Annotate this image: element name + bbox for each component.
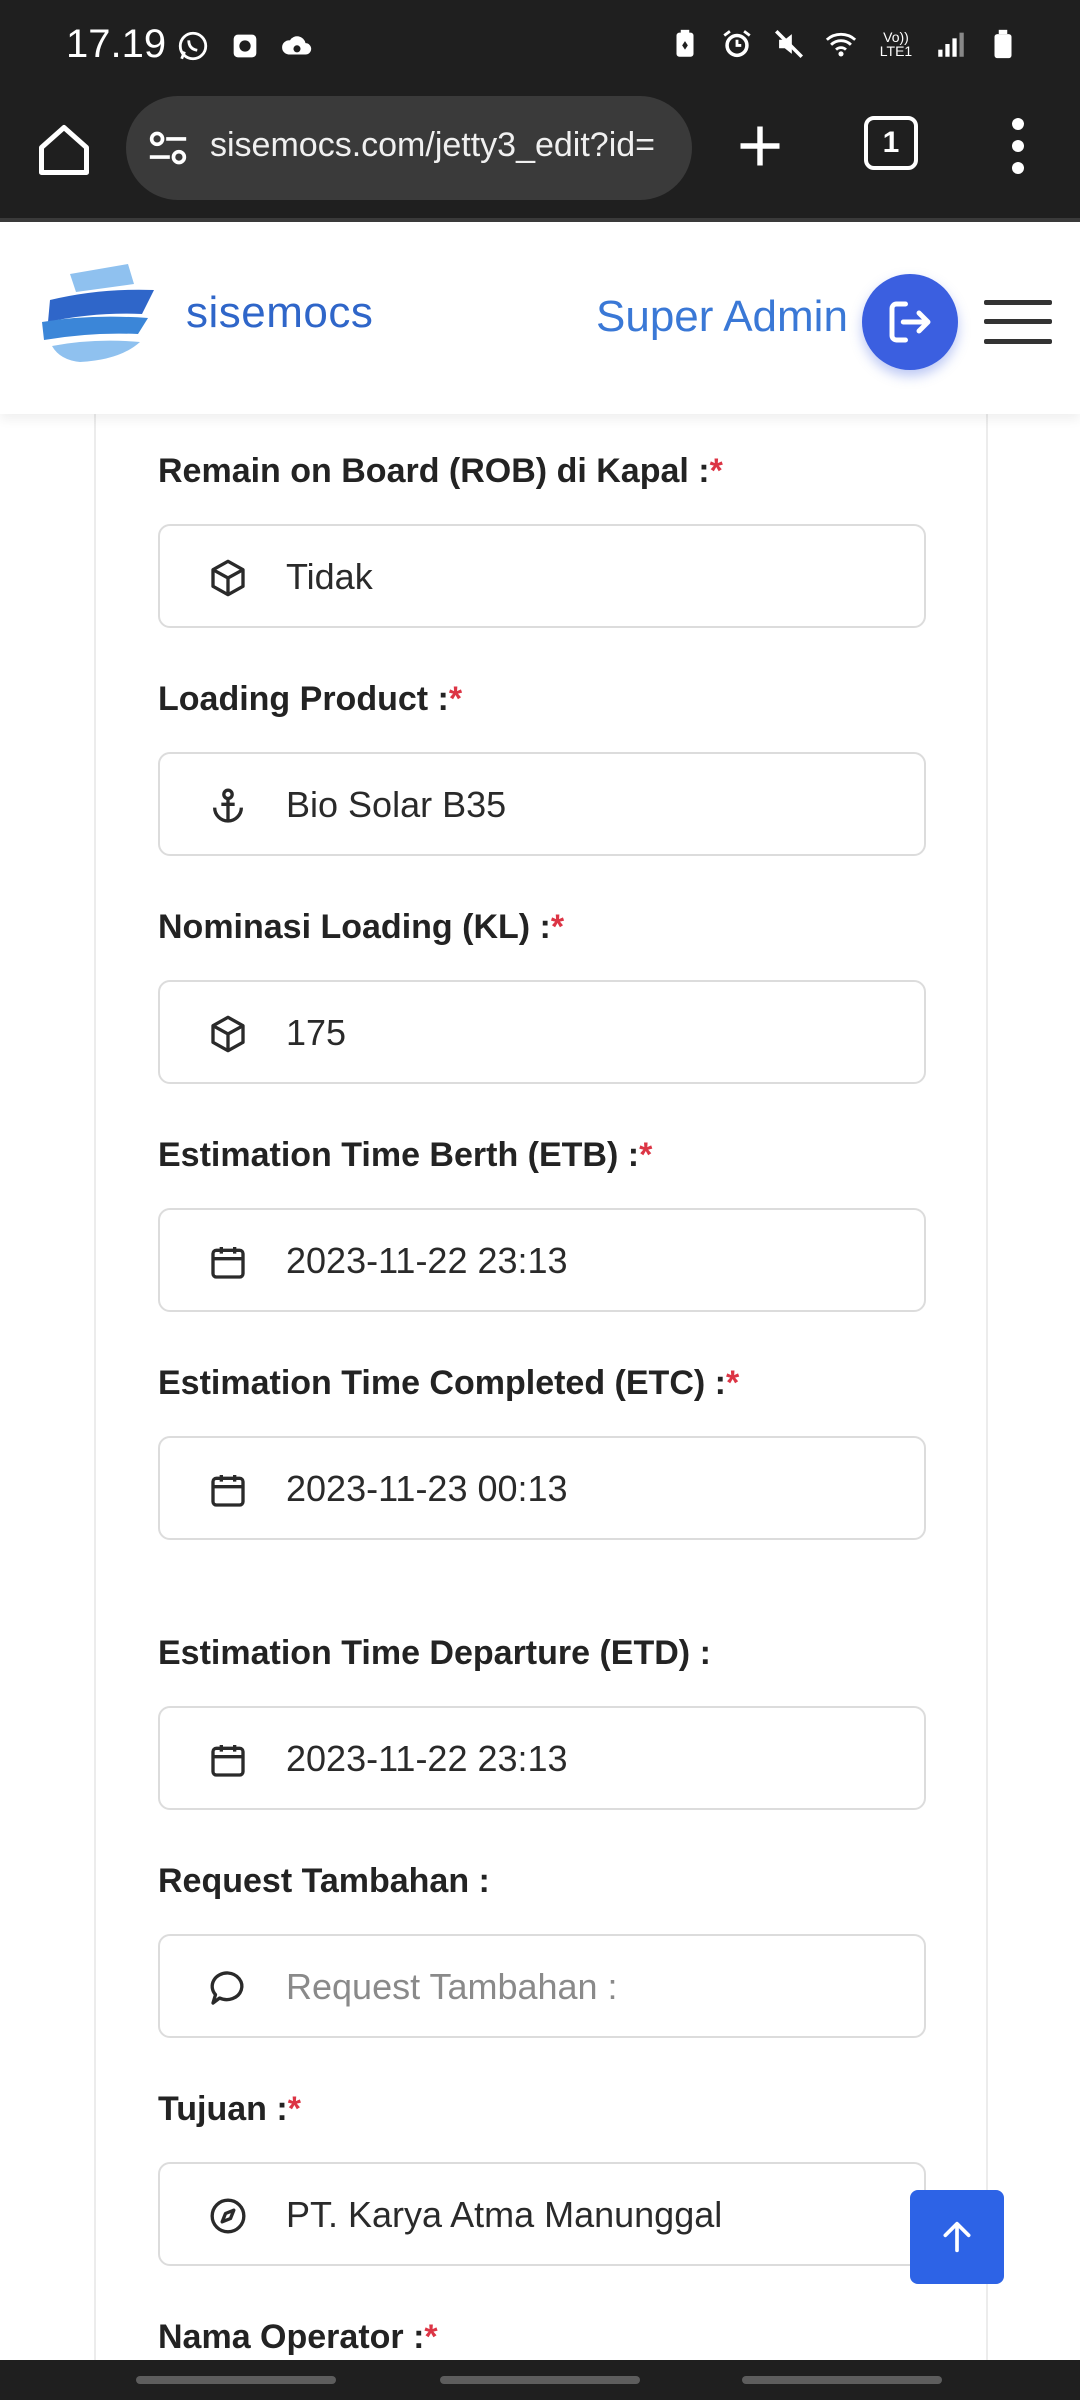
etb-input[interactable]: 2023-11-22 23:13 bbox=[158, 1208, 926, 1312]
back-to-top-button[interactable] bbox=[910, 2190, 1004, 2284]
home-icon[interactable] bbox=[34, 120, 94, 180]
label-tujuan: Tujuan :* bbox=[158, 2090, 301, 2128]
alarm-icon bbox=[720, 24, 754, 64]
etb-value: 2023-11-22 23:13 bbox=[286, 1240, 568, 1281]
nav-back-pill[interactable] bbox=[136, 2376, 336, 2384]
address-bar[interactable]: sisemocs.com/jetty3_edit?id= bbox=[126, 96, 692, 200]
request-tambahan-placeholder: Request Tambahan : bbox=[286, 1966, 618, 2007]
etd-input[interactable]: 2023-11-22 23:13 bbox=[158, 1706, 926, 1810]
nav-home-pill[interactable] bbox=[440, 2376, 640, 2384]
compass-icon bbox=[208, 2196, 248, 2236]
tujuan-value: PT. Karya Atma Manunggal bbox=[286, 2194, 723, 2235]
label-nama-operator: Nama Operator :* bbox=[158, 2318, 438, 2356]
calendar-icon bbox=[208, 1242, 248, 1282]
cloud-sync-icon bbox=[280, 26, 314, 66]
signal-icon bbox=[934, 24, 968, 64]
app-header: sisemocs Super Admin bbox=[0, 226, 1080, 414]
anchor-icon bbox=[208, 786, 248, 826]
mute-icon bbox=[772, 24, 806, 64]
calendar-icon bbox=[208, 1740, 248, 1780]
label-nominasi-loading: Nominasi Loading (KL) :* bbox=[158, 908, 565, 946]
tujuan-input[interactable]: PT. Karya Atma Manunggal bbox=[158, 2162, 926, 2266]
label-etc: Estimation Time Completed (ETC) :* bbox=[158, 1364, 740, 1402]
etc-input[interactable]: 2023-11-23 00:13 bbox=[158, 1436, 926, 1540]
label-etd: Estimation Time Departure (ETD) : bbox=[158, 1634, 711, 1672]
brand-name[interactable]: sisemocs bbox=[186, 288, 373, 338]
volte-label: Vo)) LTE1 bbox=[879, 29, 913, 59]
site-settings-icon[interactable] bbox=[146, 128, 190, 168]
system-icons: Vo)) LTE1 bbox=[668, 24, 1020, 64]
comment-icon bbox=[208, 1968, 248, 2008]
rob-input[interactable]: Tidak bbox=[158, 524, 926, 628]
status-bar: 17.19 Vo)) LTE1 bbox=[0, 0, 1080, 92]
battery-saver-icon bbox=[668, 24, 702, 64]
rob-value: Tidak bbox=[286, 556, 373, 597]
label-loading-product: Loading Product :* bbox=[158, 680, 463, 718]
request-tambahan-input[interactable]: Request Tambahan : bbox=[158, 1934, 926, 2038]
more-options-icon[interactable] bbox=[1000, 116, 1036, 176]
volte-icon: Vo)) LTE1 bbox=[876, 24, 916, 64]
nominasi-loading-value: 175 bbox=[286, 1012, 347, 1053]
browser-toolbar: sisemocs.com/jetty3_edit?id= 1 bbox=[0, 92, 1080, 222]
box-icon bbox=[208, 1014, 248, 1054]
user-name: Super Admin bbox=[596, 292, 848, 341]
navigation-bar bbox=[0, 2360, 1080, 2400]
etc-value: 2023-11-23 00:13 bbox=[286, 1468, 568, 1509]
status-time: 17.19 bbox=[66, 22, 167, 66]
nominasi-loading-input[interactable]: 175 bbox=[158, 980, 926, 1084]
etd-value: 2023-11-22 23:13 bbox=[286, 1738, 568, 1779]
loading-product-input[interactable]: Bio Solar B35 bbox=[158, 752, 926, 856]
whatsapp-icon bbox=[176, 26, 210, 66]
loading-product-value: Bio Solar B35 bbox=[286, 784, 507, 825]
logout-button[interactable] bbox=[862, 274, 958, 370]
logout-icon bbox=[889, 301, 931, 343]
new-tab-icon[interactable] bbox=[734, 120, 786, 172]
notification-icons bbox=[176, 26, 314, 66]
nav-recents-pill[interactable] bbox=[742, 2376, 942, 2384]
instagram-icon bbox=[228, 26, 262, 66]
hamburger-menu-icon[interactable] bbox=[984, 298, 1052, 346]
battery-icon bbox=[986, 24, 1020, 64]
box-icon bbox=[208, 558, 248, 598]
arrow-up-icon bbox=[943, 2221, 971, 2253]
ship-logo-icon[interactable] bbox=[30, 260, 166, 370]
url-text[interactable]: sisemocs.com/jetty3_edit?id= bbox=[210, 126, 680, 165]
tab-switcher-button[interactable]: 1 bbox=[864, 116, 918, 170]
label-rob: Remain on Board (ROB) di Kapal :* bbox=[158, 452, 723, 490]
wifi-icon bbox=[824, 24, 858, 64]
label-request-tambahan: Request Tambahan : bbox=[158, 1862, 490, 1900]
label-etb: Estimation Time Berth (ETB) :* bbox=[158, 1136, 653, 1174]
calendar-icon bbox=[208, 1470, 248, 1510]
